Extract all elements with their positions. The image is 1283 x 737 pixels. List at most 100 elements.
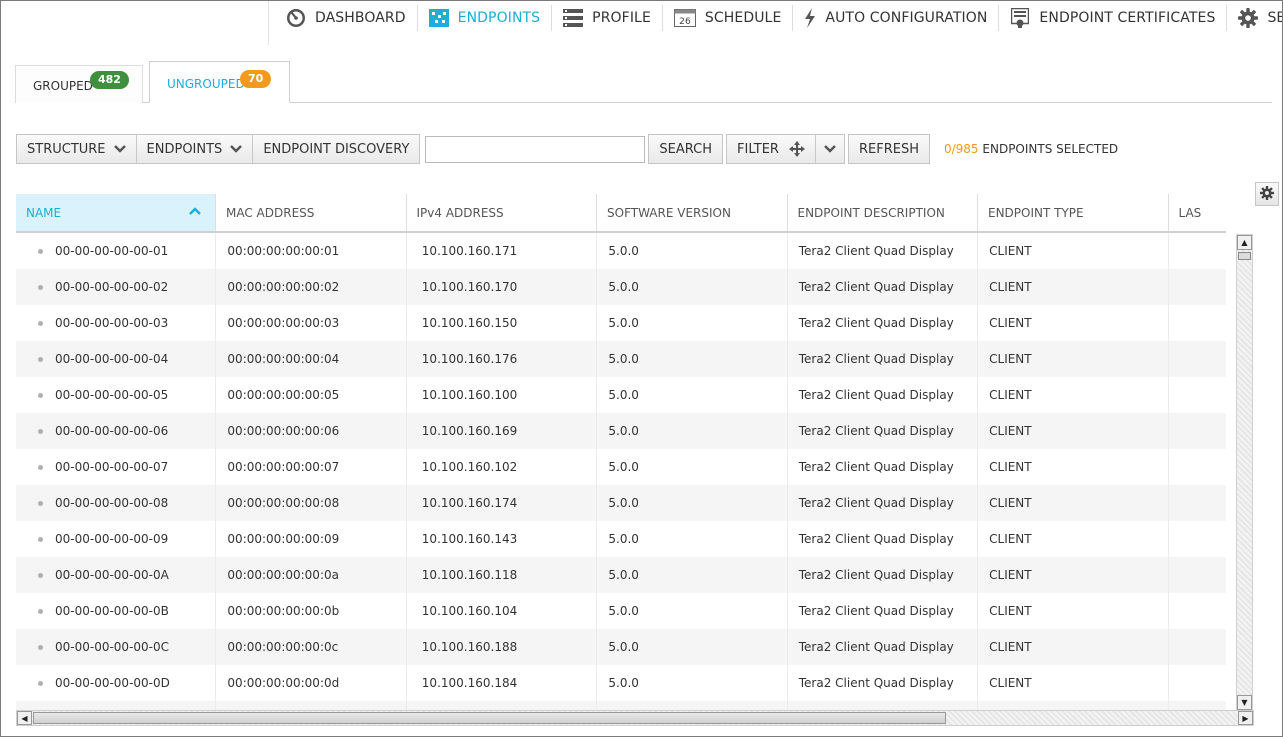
column-header-software-version[interactable]: SOFTWARE VERSION xyxy=(597,194,788,231)
endpoint-discovery-button[interactable]: ENDPOINT DISCOVERY xyxy=(253,135,419,163)
cell-software-version-text: 5.0.0 xyxy=(608,316,639,330)
column-header-ipv4[interactable]: IPv4 ADDRESS xyxy=(407,194,597,231)
cell-mac-address: 00:00:00:00:00:08 xyxy=(216,485,407,521)
cell-software-version: 5.0.0 xyxy=(597,665,788,701)
cell-endpoint-type: CLIENT xyxy=(978,665,1169,701)
cell-mac-address-text: 00:00:00:00:00:08 xyxy=(227,496,340,510)
table-row[interactable]: 00-00-00-00-00-0B 00:00:00:00:00:0b 10.100… xyxy=(16,593,1226,629)
status-dot-icon xyxy=(38,536,43,542)
chevron-down-icon xyxy=(824,142,836,157)
cell-name: 00-00-00-00-00-0C xyxy=(16,629,217,665)
cell-description-text: Tera2 Client Quad Display xyxy=(798,244,954,258)
column-header-description[interactable]: ENDPOINT DESCRIPTION xyxy=(788,194,978,231)
column-header-name[interactable]: NAME xyxy=(16,194,216,231)
cell-ipv4-address: 10.100.160.143 xyxy=(407,521,598,557)
table-header: NAME MAC ADDRESS IPv4 ADDRESS SOFTWARE V… xyxy=(16,194,1226,233)
endpoints-dropdown[interactable]: ENDPOINTS xyxy=(137,135,254,163)
nav-schedule[interactable]: 26 SCHEDULE xyxy=(663,5,794,31)
scroll-right-arrow-icon[interactable]: ▶ xyxy=(1238,711,1253,725)
lightning-icon xyxy=(804,8,816,28)
status-dot-icon xyxy=(38,320,43,326)
cell-name-text: 00-00-00-00-00-08 xyxy=(55,496,169,510)
cell-description: Tera2 Client Quad Display xyxy=(788,485,979,521)
cell-last xyxy=(1169,413,1226,449)
horizontal-scrollbar[interactable]: ◀ ▶ xyxy=(16,710,1254,726)
filter-options-dropdown[interactable] xyxy=(816,135,844,163)
cell-software-version: 5.0.0 xyxy=(597,233,788,269)
search-input[interactable] xyxy=(425,135,646,163)
cell-endpoint-type: CLIENT xyxy=(978,233,1169,269)
table-row[interactable]: 00-00-00-00-00-0A 00:00:00:00:00:0a 10.100… xyxy=(16,557,1226,593)
cell-endpoint-type-text: CLIENT xyxy=(989,424,1032,438)
table-row[interactable]: 00-00-00-00-00-0D 00:00:00:00:00:0d 10.100… xyxy=(16,665,1226,701)
vertical-scrollbar[interactable]: ▲ ▼ xyxy=(1236,234,1253,711)
table-row[interactable]: 00-00-00-00-00-01 00:00:00:00:00:01 10.100… xyxy=(16,233,1226,269)
table-row[interactable]: 00-00-00-00-00-02 00:00:00:00:00:02 10.100… xyxy=(16,269,1226,305)
filter-button[interactable]: FILTER xyxy=(727,135,816,163)
cell-endpoint-type-text: CLIENT xyxy=(989,568,1032,582)
cell-description-text: Tera2 Client Quad Display xyxy=(798,280,954,294)
cell-ipv4-address-text: 10.100.160.174 xyxy=(421,496,518,510)
column-settings-button[interactable] xyxy=(1255,182,1279,206)
nav-endpoint-certificates[interactable]: ENDPOINT CERTIFICATES xyxy=(999,5,1228,31)
search-button[interactable]: SEARCH xyxy=(648,134,724,164)
cell-description-text: Tera2 Client Quad Display xyxy=(798,496,954,510)
cell-software-version: 5.0.0 xyxy=(597,485,788,521)
cell-description-text: Tera2 Client Quad Display xyxy=(798,568,954,582)
table-row[interactable]: 00-00-00-00-00-06 00:00:00:00:00:06 10.100… xyxy=(16,413,1226,449)
table-row[interactable]: 00-00-00-00-00-0C 00:00:00:00:00:0c 10.100… xyxy=(16,629,1226,665)
cell-ipv4-address: 10.100.160.174 xyxy=(407,485,598,521)
scroll-up-arrow-icon[interactable]: ▲ xyxy=(1237,235,1252,250)
nav-profile[interactable]: PROFILE xyxy=(552,5,663,31)
table-row[interactable]: 00-00-00-00-00-07 00:00:00:00:00:07 10.100… xyxy=(16,449,1226,485)
scroll-down-arrow-icon[interactable]: ▼ xyxy=(1237,695,1252,710)
table-row[interactable]: 00-00-00-00-00-09 00:00:00:00:00:09 10.100… xyxy=(16,521,1226,557)
horizontal-scroll-thumb[interactable] xyxy=(33,712,946,724)
nav-endpoints[interactable]: ENDPOINTS xyxy=(418,5,553,31)
svg-text:26: 26 xyxy=(679,17,691,27)
table-row[interactable]: 00-00-00-00-00-08 00:00:00:00:00:08 10.100… xyxy=(16,485,1226,521)
cell-endpoint-type: CLIENT xyxy=(978,593,1169,629)
gear-icon xyxy=(1238,8,1259,28)
cell-endpoint-type: CLIENT xyxy=(978,305,1169,341)
cell-endpoint-type-text: CLIENT xyxy=(989,388,1032,402)
cell-mac-address-text: 00:00:00:00:00:0d xyxy=(227,676,340,690)
table-row[interactable]: 00-00-00-00-00-04 00:00:00:00:00:04 10.100… xyxy=(16,341,1226,377)
cell-description: Tera2 Client Quad Display xyxy=(788,341,979,377)
table-row[interactable]: 00-00-00-00-00-03 00:00:00:00:00:03 10.100… xyxy=(16,305,1226,341)
vertical-scroll-thumb[interactable] xyxy=(1238,252,1251,260)
cell-software-version: 5.0.0 xyxy=(597,449,788,485)
cell-name-text: 00-00-00-00-00-0B xyxy=(55,604,169,618)
endpoints-table: NAME MAC ADDRESS IPv4 ADDRESS SOFTWARE V… xyxy=(16,194,1226,710)
cell-software-version-text: 5.0.0 xyxy=(608,352,639,366)
column-header-label: NAME xyxy=(26,205,62,220)
nav-dashboard-label: DASHBOARD xyxy=(315,10,406,26)
cell-software-version-text: 5.0.0 xyxy=(608,388,639,402)
cell-name: 00-00-00-00-00-05 xyxy=(16,377,217,413)
nav-settings[interactable]: SETTINGS xyxy=(1227,5,1282,31)
cell-name-text: 00-00-00-00-00-06 xyxy=(55,424,169,438)
tab-grouped[interactable]: GROUPED 482 xyxy=(15,65,143,103)
cell-ipv4-address: 10.100.160.104 xyxy=(407,593,598,629)
structure-dropdown[interactable]: STRUCTURE xyxy=(17,135,137,163)
cell-mac-address-text: 00:00:00:00:00:02 xyxy=(227,280,340,294)
refresh-button[interactable]: REFRESH xyxy=(847,134,930,164)
cell-last xyxy=(1169,629,1226,665)
column-header-mac[interactable]: MAC ADDRESS xyxy=(216,194,407,231)
tab-ungrouped[interactable]: UNGROUPED 70 xyxy=(149,61,290,103)
column-header-last[interactable]: LAS xyxy=(1169,194,1226,231)
tab-ungrouped-label: UNGROUPED xyxy=(167,77,245,91)
cell-description-text: Tera2 Client Quad Display xyxy=(798,640,954,654)
column-header-endpoint-type[interactable]: ENDPOINT TYPE xyxy=(978,194,1169,231)
scroll-left-arrow-icon[interactable]: ◀ xyxy=(17,711,32,725)
cell-name: 00-00-00-00-00-03 xyxy=(16,305,217,341)
cell-mac-address: 00:00:00:00:00:0c xyxy=(216,629,407,665)
nav-endpoint-certificates-label: ENDPOINT CERTIFICATES xyxy=(1039,10,1216,26)
nav-auto-configuration[interactable]: AUTO CONFIGURATION xyxy=(793,5,1000,31)
nav-dashboard[interactable]: DASHBOARD xyxy=(269,5,418,31)
cell-mac-address-text: 00:00:00:00:00:03 xyxy=(227,316,340,330)
cell-ipv4-address: 10.100.160.171 xyxy=(407,233,598,269)
table-row[interactable] xyxy=(16,701,1226,710)
move-arrows-icon xyxy=(788,141,805,157)
table-row[interactable]: 00-00-00-00-00-05 00:00:00:00:00:05 10.100… xyxy=(16,377,1226,413)
